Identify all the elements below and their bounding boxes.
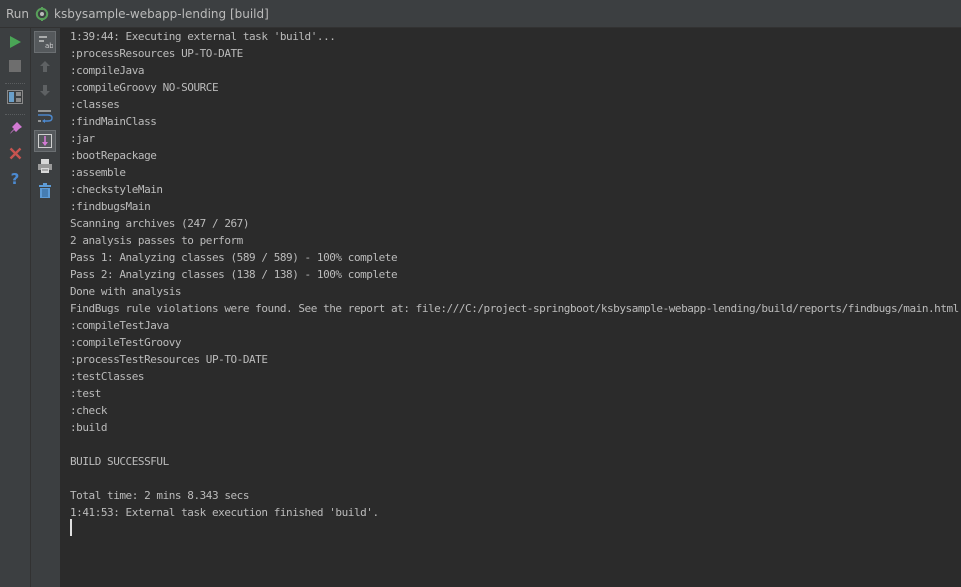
- stop-icon: [9, 60, 21, 72]
- console-line: :compileGroovy NO-SOURCE: [70, 81, 219, 94]
- console-actions-toolbar: ab: [31, 28, 61, 587]
- console-line: BUILD SUCCESSFUL: [70, 455, 169, 468]
- console-line: Total time: 2 mins 8.343 secs: [70, 489, 250, 502]
- restore-layout-button[interactable]: [4, 86, 26, 108]
- console-line: :build: [70, 421, 108, 434]
- run-primary-toolbar: ?: [0, 28, 31, 587]
- console-line: :processResources UP-TO-DATE: [70, 47, 243, 60]
- console-line: 1:39:44: Executing external task 'build'…: [70, 30, 336, 43]
- help-button[interactable]: ?: [4, 167, 26, 189]
- console-line: FindBugs rule violations were found. See…: [70, 302, 959, 315]
- pin-tab-button[interactable]: [4, 117, 26, 139]
- stop-button[interactable]: [4, 55, 26, 77]
- console-line: :compileTestJava: [70, 319, 169, 332]
- down-stack-button[interactable]: [34, 79, 56, 101]
- console-line: Done with analysis: [70, 285, 182, 298]
- text-cursor: [70, 519, 72, 536]
- console-line: :bootRepackage: [70, 149, 157, 162]
- console-line: 1:41:53: External task execution finishe…: [70, 506, 379, 519]
- run-label: Run: [6, 6, 30, 21]
- format-icon: [37, 109, 53, 124]
- toolbar-separator: [5, 114, 25, 115]
- run-tool-window: Run ksbysample-webapp-lending [build] ? …: [0, 0, 961, 587]
- help-icon: ?: [9, 171, 21, 186]
- close-icon: [9, 147, 22, 160]
- console-line: :classes: [70, 98, 120, 111]
- console-line: :test: [70, 387, 101, 400]
- soft-wrap-toggle[interactable]: ab: [34, 31, 56, 53]
- console-line: :assemble: [70, 166, 126, 179]
- arrow-up-icon: [39, 60, 51, 73]
- format-button[interactable]: [34, 105, 56, 127]
- console-output[interactable]: 1:39:44: Executing external task 'build'…: [61, 28, 961, 587]
- clear-all-button[interactable]: [34, 180, 56, 202]
- console-line: :jar: [70, 132, 95, 145]
- console-line: :check: [70, 404, 108, 417]
- arrow-down-icon: [39, 84, 51, 97]
- rerun-button[interactable]: [4, 31, 26, 53]
- svg-text:?: ?: [11, 171, 20, 186]
- svg-text:ab: ab: [45, 42, 53, 50]
- soft-wrap-icon: ab: [37, 34, 53, 50]
- run-title-bar: Run ksbysample-webapp-lending [build]: [0, 0, 961, 28]
- console-line: Pass 2: Analyzing classes (138 / 138) - …: [70, 268, 398, 281]
- console-line: :findbugsMain: [70, 200, 151, 213]
- scroll-to-end-toggle[interactable]: [34, 130, 56, 152]
- print-icon: [37, 158, 53, 174]
- console-line: :processTestResources UP-TO-DATE: [70, 353, 268, 366]
- play-icon: [8, 35, 22, 49]
- close-button[interactable]: [4, 142, 26, 164]
- console-line: :testClasses: [70, 370, 145, 383]
- scroll-end-icon: [37, 133, 53, 149]
- console-line: :checkstyleMain: [70, 183, 163, 196]
- pin-icon: [8, 121, 23, 136]
- up-stack-button[interactable]: [34, 55, 56, 77]
- console-line: :findMainClass: [70, 115, 157, 128]
- layout-icon: [7, 90, 23, 104]
- console-lines: 1:39:44: Executing external task 'build'…: [70, 28, 959, 521]
- toolbar-separator: [5, 83, 25, 84]
- console-line: :compileJava: [70, 64, 145, 77]
- trash-icon: [38, 183, 52, 199]
- gradle-sync-icon: [35, 6, 49, 21]
- run-tab-title[interactable]: ksbysample-webapp-lending [build]: [54, 7, 269, 21]
- console-line: Pass 1: Analyzing classes (589 / 589) - …: [70, 251, 398, 264]
- print-button[interactable]: [34, 155, 56, 177]
- console-line: Scanning archives (247 / 267): [70, 217, 250, 230]
- console-line: 2 analysis passes to perform: [70, 234, 243, 247]
- console-line: :compileTestGroovy: [70, 336, 182, 349]
